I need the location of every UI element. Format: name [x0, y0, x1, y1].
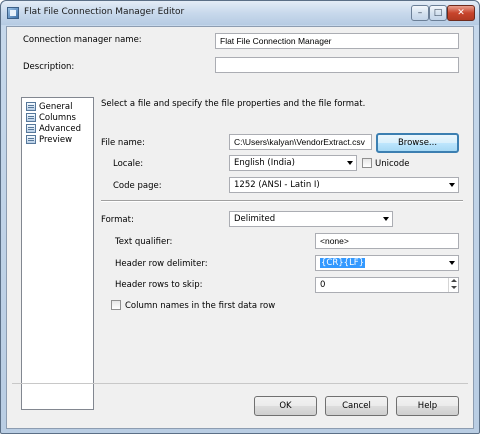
locale-dropdown[interactable]: English (India) — [229, 155, 357, 171]
close-button[interactable]: ✕ — [447, 5, 475, 21]
spin-buttons[interactable] — [448, 278, 458, 292]
unicode-label: Unicode — [375, 159, 410, 169]
footer-divider — [12, 383, 468, 384]
help-button[interactable]: Help — [396, 396, 459, 416]
connection-name-input[interactable] — [215, 33, 459, 49]
chevron-down-icon — [449, 183, 455, 187]
nav-item-label: Columns — [39, 113, 76, 123]
description-input[interactable] — [215, 57, 459, 73]
file-name-input[interactable] — [229, 134, 372, 150]
code-page-value: 1252 (ANSI - Latin I) — [234, 180, 320, 190]
header-row-delimiter-dropdown[interactable]: {CR}{LF} — [315, 255, 459, 271]
intro-text: Select a file and specify the file prope… — [101, 99, 366, 109]
header-row-delimiter-value: {CR}{LF} — [320, 258, 366, 268]
spin-down-icon[interactable] — [451, 286, 457, 289]
code-page-dropdown[interactable]: 1252 (ANSI - Latin I) — [229, 177, 459, 193]
format-value: Delimited — [234, 214, 276, 224]
nav-item-columns[interactable]: Columns — [26, 113, 76, 123]
cancel-button[interactable]: Cancel — [325, 396, 388, 416]
column-names-checkbox[interactable] — [111, 300, 121, 310]
format-label: Format: — [101, 215, 134, 225]
connection-name-label: Connection manager name: — [23, 35, 142, 45]
minimize-icon: – — [417, 8, 423, 18]
ok-button[interactable]: OK — [254, 396, 317, 416]
locale-value: English (India) — [234, 158, 295, 168]
locale-label: Locale: — [113, 159, 144, 169]
header-rows-to-skip-label: Header rows to skip: — [115, 280, 203, 290]
maximize-icon: □ — [433, 8, 443, 18]
nav-item-label: Advanced — [39, 124, 81, 134]
app-icon — [7, 7, 19, 19]
format-dropdown[interactable]: Delimited — [229, 211, 393, 227]
nav-item-label: General — [39, 102, 73, 112]
header-rows-to-skip-stepper[interactable]: 0 — [315, 277, 459, 293]
title-bar[interactable]: Flat File Connection Manager Editor – □ … — [1, 1, 479, 25]
browse-button[interactable]: Browse... — [376, 133, 459, 153]
window-title: Flat File Connection Manager Editor — [24, 7, 185, 17]
columns-page-icon — [26, 113, 36, 122]
chevron-down-icon — [383, 217, 389, 221]
nav-item-label: Preview — [39, 135, 73, 145]
column-names-label: Column names in the first data row — [125, 301, 276, 311]
nav-item-general[interactable]: General — [26, 102, 73, 112]
nav-item-advanced[interactable]: Advanced — [26, 124, 81, 134]
navigation-list: General Columns Advanced Preview — [21, 97, 94, 410]
chevron-down-icon — [347, 161, 353, 165]
unicode-checkbox[interactable] — [362, 158, 372, 168]
nav-item-preview[interactable]: Preview — [26, 135, 72, 145]
code-page-label: Code page: — [113, 181, 162, 191]
dialog-client-area: Connection manager name: Description: Ge… — [6, 26, 474, 429]
dialog-window: Flat File Connection Manager Editor – □ … — [0, 0, 480, 434]
spin-up-icon[interactable] — [451, 279, 457, 282]
preview-page-icon — [26, 135, 36, 144]
maximize-button[interactable]: □ — [429, 5, 447, 21]
general-page-icon — [26, 102, 36, 111]
header-rows-to-skip-value: 0 — [320, 280, 326, 290]
description-label: Description: — [23, 62, 75, 72]
advanced-page-icon — [26, 124, 36, 133]
file-name-label: File name: — [101, 138, 145, 148]
close-icon: ✕ — [457, 8, 465, 18]
header-row-delimiter-label: Header row delimiter: — [115, 259, 208, 269]
text-qualifier-label: Text qualifier: — [115, 237, 173, 247]
section-divider — [101, 200, 463, 202]
minimize-button[interactable]: – — [411, 5, 429, 21]
text-qualifier-input[interactable] — [315, 233, 459, 249]
chevron-down-icon — [449, 261, 455, 265]
